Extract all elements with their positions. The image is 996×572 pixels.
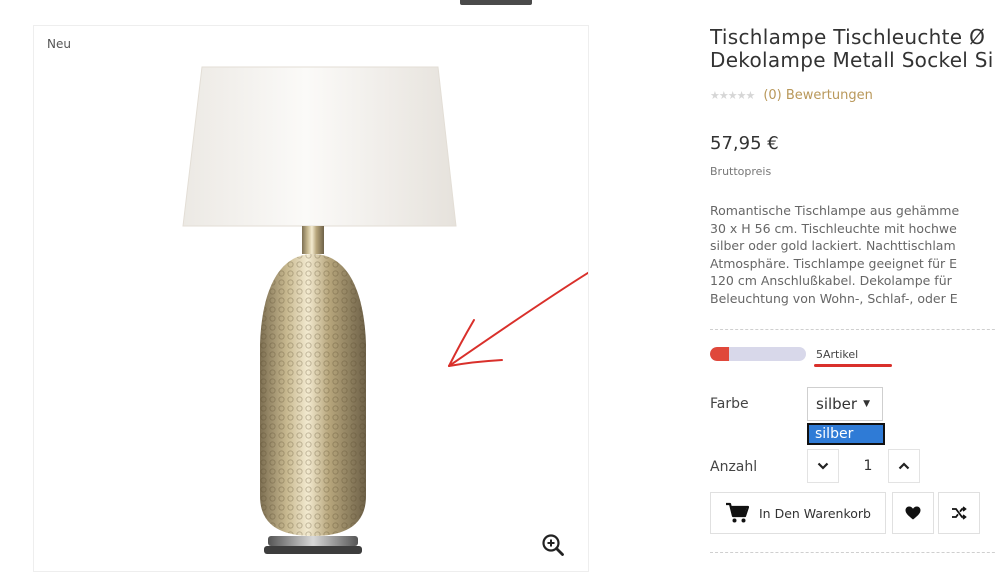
description-line: Romantische Tischlampe aus gehämme — [710, 203, 960, 218]
rating: ★★★★★ (0) Bewertungen — [710, 88, 873, 103]
zoom-in-icon[interactable] — [539, 531, 567, 559]
stock-bar — [710, 347, 806, 361]
compare-button[interactable] — [938, 492, 980, 534]
color-select-value: silber — [816, 395, 858, 413]
add-to-cart-button[interactable]: In Den Warenkorb — [710, 492, 886, 534]
product-image[interactable] — [34, 26, 588, 571]
price: 57,95 € — [710, 133, 779, 154]
color-select[interactable]: silber ▼ — [807, 387, 883, 421]
product-description: Romantische Tischlampe aus gehämme 30 x … — [710, 202, 996, 307]
product-image-panel[interactable]: Neu — [33, 25, 589, 572]
wishlist-button[interactable] — [892, 492, 934, 534]
shuffle-icon — [952, 506, 967, 520]
divider — [710, 552, 996, 553]
description-line: Atmosphäre. Tischlampe geeignet für E — [710, 255, 958, 271]
qty-decrease-button[interactable] — [807, 449, 839, 483]
product-title-line-1: Tischlampe Tischleuchte Ø — [710, 25, 986, 49]
top-tooltip-stub — [460, 0, 532, 5]
chevron-down-icon — [817, 462, 829, 470]
description-line: silber oder gold lackiert. Nachttischlam — [710, 238, 956, 253]
qty-increase-button[interactable] — [888, 449, 920, 483]
reviews-link[interactable]: (0) Bewertungen — [763, 88, 873, 103]
rating-stars: ★★★★★ — [710, 89, 755, 102]
color-dropdown-option[interactable]: silber — [807, 423, 885, 445]
price-note: Bruttopreis — [710, 165, 772, 178]
product-details: Tischlampe Tischleuchte Ø Dekolampe Meta… — [710, 0, 996, 560]
divider — [710, 329, 996, 330]
stock-bar-fill — [710, 347, 730, 361]
cart-icon — [725, 502, 749, 523]
stock-indicator: 5Artikel — [710, 347, 858, 361]
product-title-line-2: Dekolampe Metall Sockel Si — [710, 48, 994, 72]
product-title: Tischlampe Tischleuchte Ø Dekolampe Meta… — [710, 26, 996, 72]
description-line: 120 cm Anschlußkabel. Dekolampe für — [710, 273, 952, 288]
heart-icon — [905, 506, 921, 520]
qty-label: Anzahl — [710, 459, 758, 475]
annotation-underline — [814, 364, 892, 367]
description-line: Beleuchtung von Wohn-, Schlaf-, oder E — [710, 290, 958, 306]
add-to-cart-label: In Den Warenkorb — [758, 505, 871, 521]
description-line: 30 x H 56 cm. Tischleuchte mit hochwe — [710, 220, 957, 236]
qty-input[interactable]: 1 — [848, 449, 888, 483]
caret-down-icon: ▼ — [863, 399, 870, 409]
stock-text: 5Artikel — [816, 347, 859, 361]
color-label: Farbe — [710, 396, 749, 412]
chevron-up-icon — [898, 462, 910, 470]
